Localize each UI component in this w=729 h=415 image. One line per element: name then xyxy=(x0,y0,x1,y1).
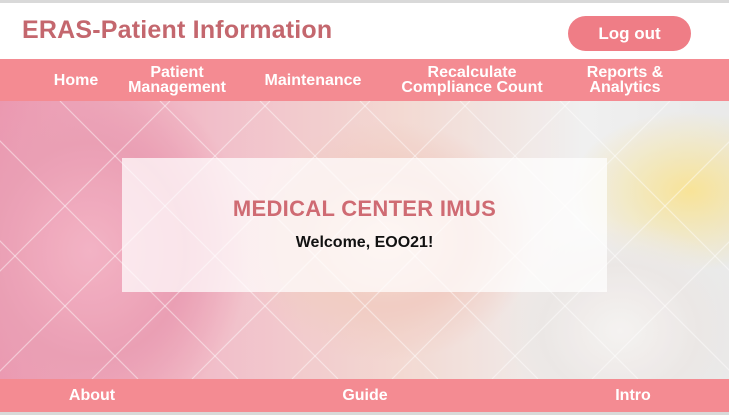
footer-nav: About Guide Intro xyxy=(0,379,729,412)
app-title: ERAS-Patient Information xyxy=(22,16,333,44)
main-nav: Home Patient Management Maintenance Reca… xyxy=(0,59,729,101)
nav-recalculate-compliance-count[interactable]: Recalculate Compliance Count xyxy=(388,59,556,101)
logout-button[interactable]: Log out xyxy=(568,16,691,51)
nav-home[interactable]: Home xyxy=(40,59,112,101)
facility-name: MEDICAL CENTER IMUS xyxy=(232,196,497,221)
hero-image: MEDICAL CENTER IMUS Welcome, EOO21! xyxy=(0,101,729,379)
footer-about[interactable]: About xyxy=(56,379,128,412)
nav-patient-management[interactable]: Patient Management xyxy=(118,59,236,101)
nav-maintenance[interactable]: Maintenance xyxy=(252,59,374,101)
welcome-message: Welcome, EOO21! xyxy=(295,234,434,251)
welcome-card: MEDICAL CENTER IMUS Welcome, EOO21! xyxy=(122,158,607,292)
footer-guide[interactable]: Guide xyxy=(330,379,400,412)
nav-reports-analytics[interactable]: Reports & Analytics xyxy=(572,59,678,101)
header: ERAS-Patient Information Log out xyxy=(0,3,729,59)
footer-intro[interactable]: Intro xyxy=(600,379,666,412)
